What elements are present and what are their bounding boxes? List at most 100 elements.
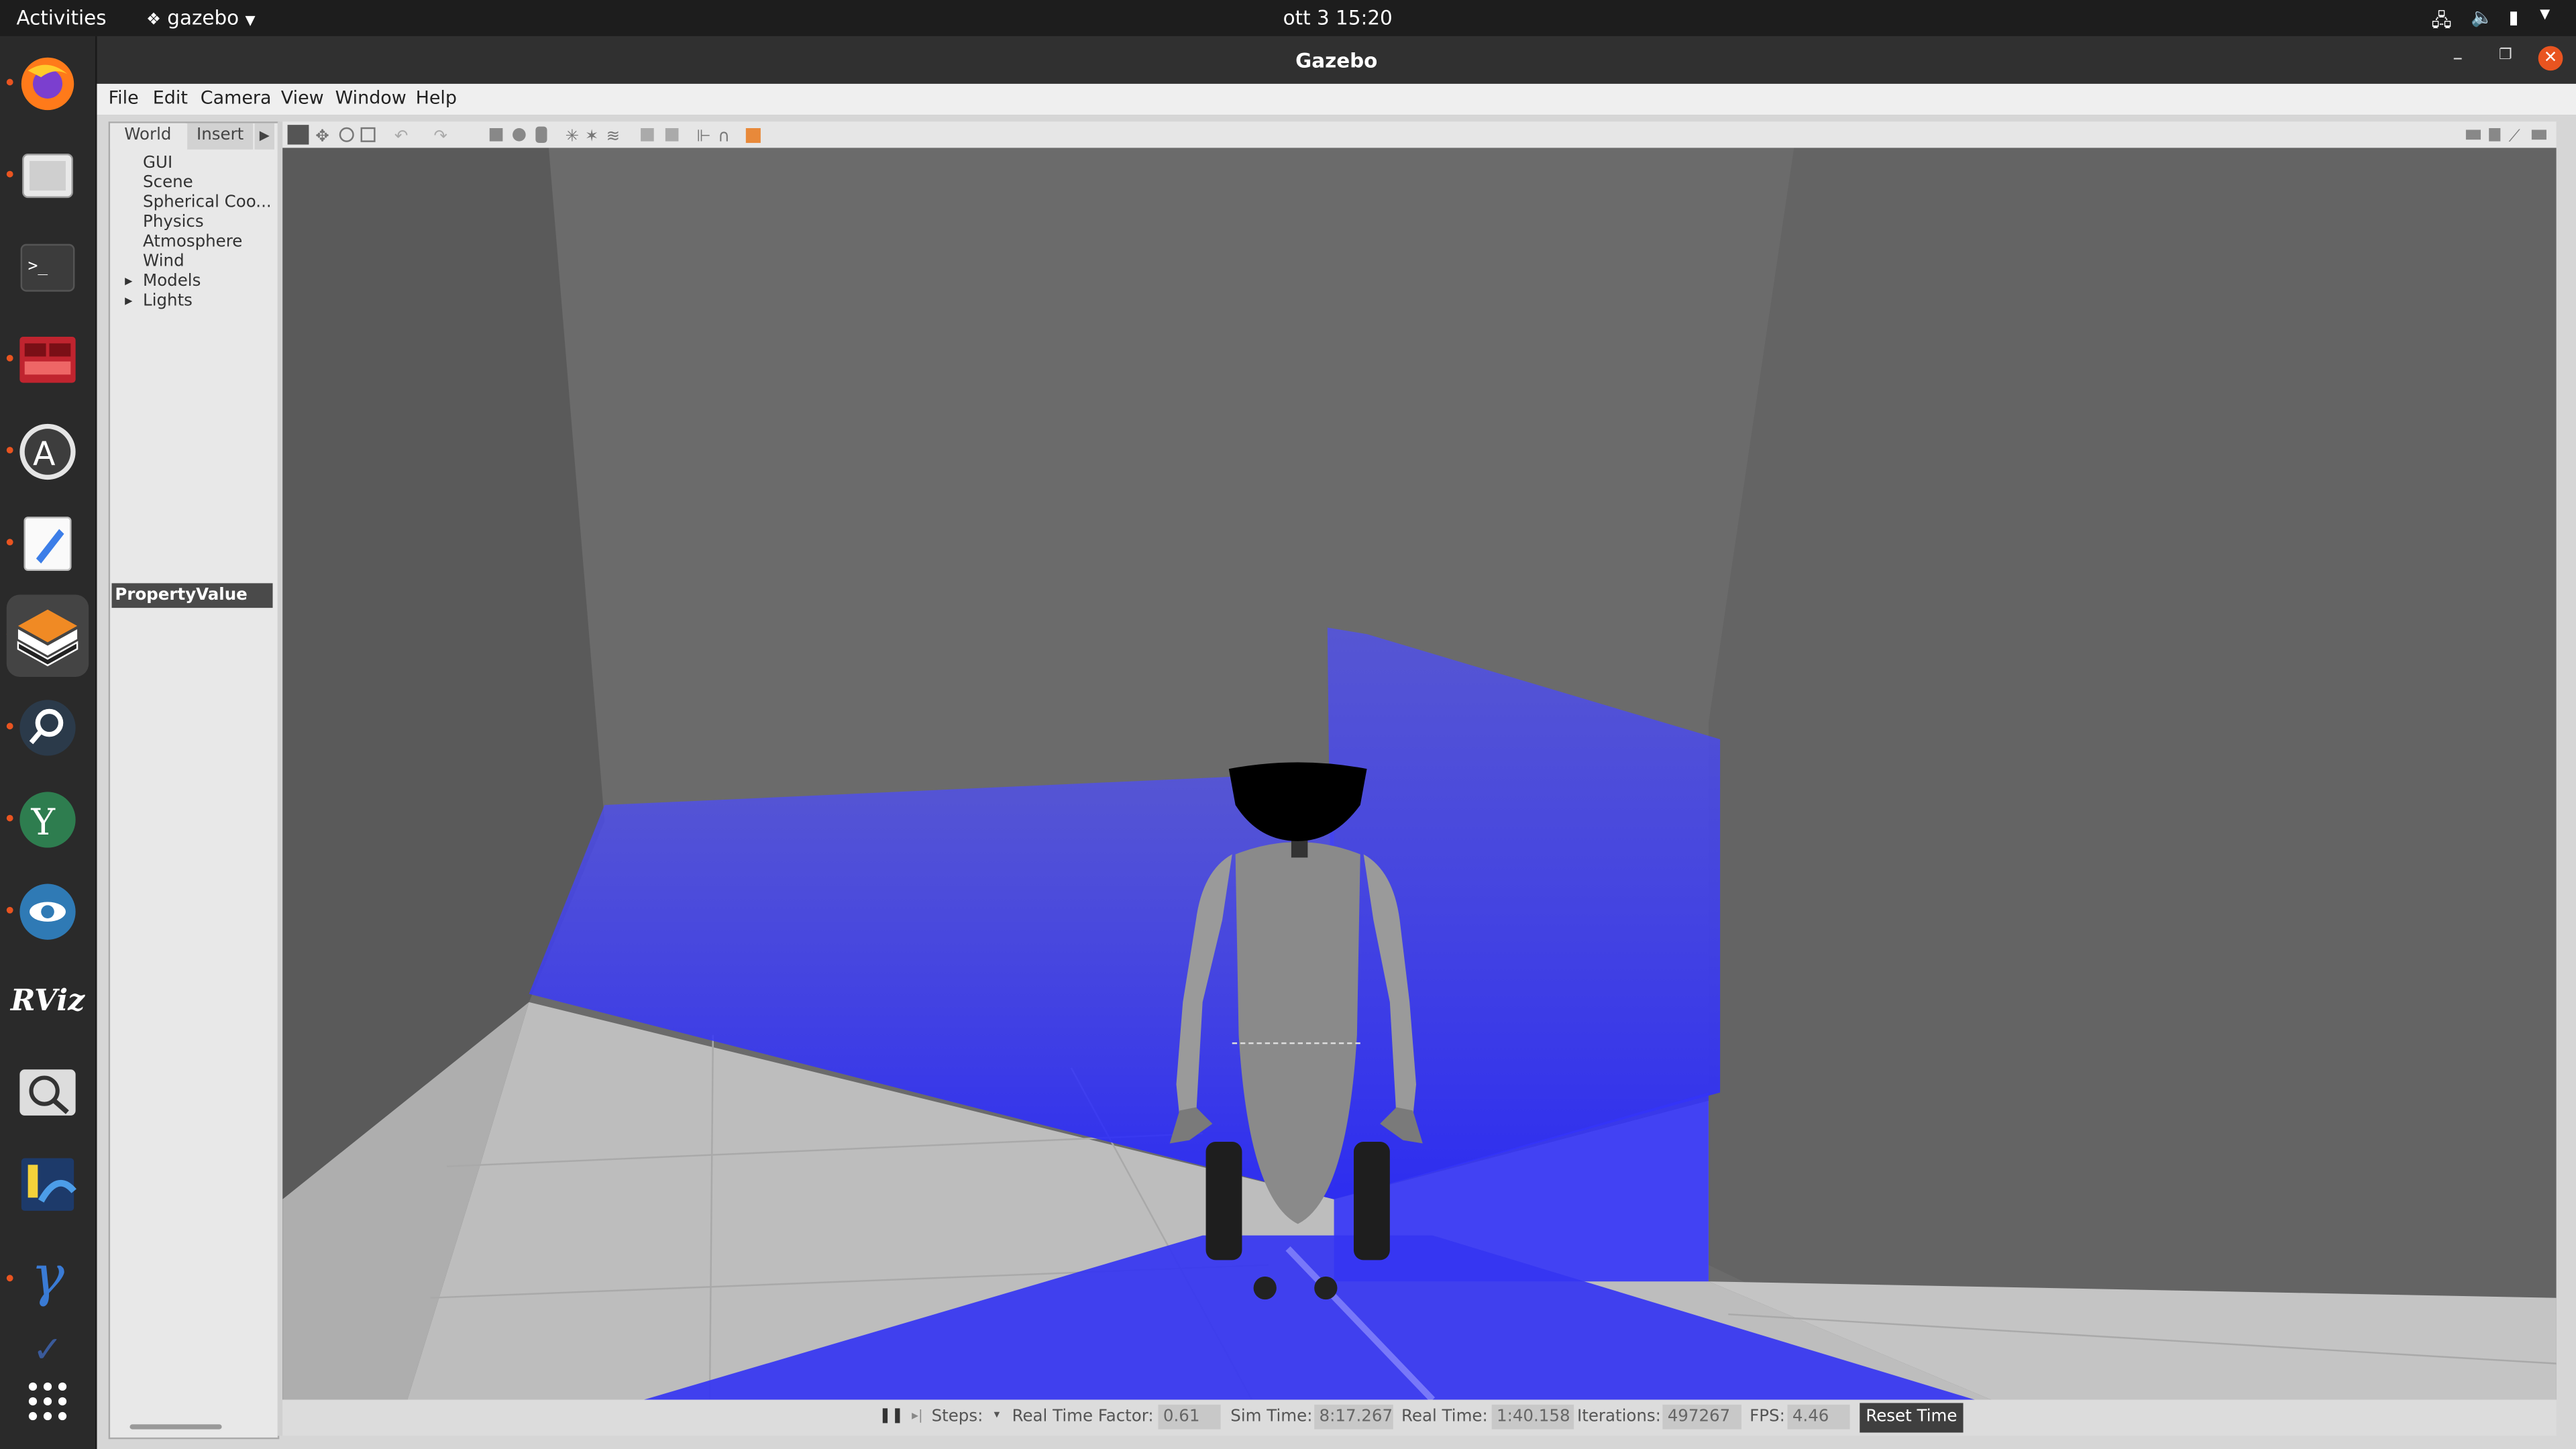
panel-scrollbar[interactable]	[129, 1424, 222, 1430]
copy-icon	[641, 128, 654, 142]
sim-time-value: 8:17.267	[1314, 1404, 1393, 1430]
plot-icon: ⟋	[2509, 126, 2520, 146]
tab-world[interactable]: World	[110, 123, 186, 150]
window-title: Gazebo	[1295, 49, 1378, 72]
expand-arrow-icon[interactable]: ▶	[125, 296, 132, 307]
tree-item-wind[interactable]: Wind	[143, 253, 184, 271]
system-menu-chevron-icon[interactable]: ▼	[2540, 7, 2550, 21]
steps-spinner-icon[interactable]: ▾	[994, 1408, 1000, 1421]
scene-render[interactable]	[282, 148, 2557, 1400]
tree-item-physics[interactable]: Physics	[143, 213, 204, 231]
activities-button[interactable]: Activities	[16, 7, 106, 30]
iterations-label: Iterations:	[1577, 1407, 1661, 1426]
battery-icon[interactable]: ▮	[2509, 7, 2519, 28]
search-app-icon[interactable]	[16, 696, 78, 759]
rotate-icon	[339, 127, 354, 142]
check-icon: ✓	[32, 1334, 63, 1367]
steps-label: Steps:	[931, 1407, 983, 1426]
files-icon[interactable]	[16, 145, 78, 207]
reset-time-button[interactable]: Reset Time	[1860, 1403, 1964, 1433]
show-apps-icon[interactable]	[16, 1370, 78, 1432]
screenshot-icon	[2465, 129, 2481, 140]
window-titlebar[interactable]: Gazebo – ❐ ✕	[97, 36, 2576, 84]
running-indicator	[6, 78, 13, 86]
menu-bar: File Edit Camera View Window Help	[97, 83, 2576, 115]
top-bar: Activities ❖ gazebo ▼ ott 3 15:20 🖧 🔈 ▮ …	[0, 0, 2576, 36]
menu-view[interactable]: View	[281, 87, 324, 109]
sim-time-label: Sim Time:	[1230, 1407, 1313, 1426]
terminal-icon[interactable]: >_	[16, 237, 78, 299]
app-menu-button[interactable]: ❖ gazebo ▼	[146, 7, 256, 30]
running-indicator	[6, 354, 13, 362]
scene-viewport[interactable]	[282, 148, 2557, 1400]
menu-help[interactable]: Help	[416, 87, 457, 109]
svg-text:A: A	[33, 435, 56, 473]
menu-edit[interactable]: Edit	[153, 87, 188, 109]
text-editor-icon[interactable]	[16, 513, 78, 575]
align-icon: ⊩	[696, 126, 710, 146]
redo-icon: ↷	[434, 126, 448, 146]
restore-icon[interactable]: ❐	[2499, 48, 2512, 64]
undo-icon: ↶	[394, 126, 409, 146]
running-indicator	[6, 1275, 13, 1282]
running-indicator	[6, 722, 13, 730]
rtf-value: 0.61	[1158, 1404, 1221, 1430]
svg-text:Y: Y	[31, 801, 56, 843]
step-icon[interactable]: ▸|	[912, 1408, 922, 1423]
tree-item-lights-label: Lights	[143, 292, 193, 311]
tree-item-spherical-coordinates[interactable]: Spherical Coo...	[143, 194, 272, 212]
software-icon[interactable]: A	[16, 421, 78, 483]
snap-icon: ∩	[718, 126, 730, 146]
partial-dock-icon[interactable]: ✓	[16, 1334, 78, 1367]
clock[interactable]: ott 3 15:20	[1283, 7, 1393, 30]
tree-item-atmosphere[interactable]: Atmosphere	[143, 233, 242, 252]
video-record-icon	[2531, 129, 2546, 140]
firefox-icon[interactable]	[16, 52, 78, 115]
box-shape-icon	[489, 128, 503, 142]
minimize-icon[interactable]: –	[2453, 46, 2463, 69]
scene-toolbar: ✥ ↶ ↷ ✳ ✶ ≋ ⊩ ∩ ⟋	[282, 121, 2557, 150]
property-header: PropertyValue	[111, 583, 273, 608]
real-time-label: Real Time:	[1401, 1407, 1488, 1426]
point-light-icon: ✳	[565, 126, 579, 146]
rviz-icon[interactable]: RViz	[11, 969, 85, 1032]
toolbar-icons: ✥ ↶ ↷ ✳ ✶ ≋ ⊩ ∩ ⟋	[287, 125, 2546, 146]
running-indicator	[6, 539, 13, 546]
spot-light-icon: ✶	[585, 126, 599, 146]
dock: >_ A Y RViz γ ✓	[0, 36, 97, 1449]
magnifier-icon[interactable]	[16, 1061, 78, 1124]
gazebo-icon[interactable]	[6, 594, 89, 677]
paste-icon	[665, 128, 679, 142]
tree-item-models[interactable]: ▶ Models	[125, 272, 201, 291]
battery-app-icon[interactable]	[16, 1153, 78, 1216]
gamma-icon[interactable]: γ	[16, 1244, 78, 1309]
menu-camera[interactable]: Camera	[201, 87, 272, 109]
app-red-icon[interactable]	[16, 329, 78, 391]
pause-icon[interactable]: ❚❚	[879, 1408, 904, 1424]
real-time-value: 1:40.158	[1491, 1404, 1574, 1430]
translate-icon: ✥	[315, 126, 329, 146]
cylinder-shape-icon	[535, 126, 547, 144]
menu-window[interactable]: Window	[335, 87, 407, 109]
change-view-icon	[745, 128, 761, 144]
volume-icon[interactable]: 🔈	[2471, 7, 2493, 28]
menu-file[interactable]: File	[109, 87, 139, 109]
tab-scroll-right-icon[interactable]: ▶	[254, 123, 274, 150]
panel-splitter[interactable]	[277, 121, 283, 1436]
tab-insert[interactable]: Insert	[187, 123, 254, 150]
expand-arrow-icon[interactable]: ▶	[125, 276, 132, 287]
running-indicator	[6, 906, 13, 914]
tree-item-models-label: Models	[143, 272, 201, 291]
tree-item-gui[interactable]: GUI	[143, 154, 172, 172]
tree-item-lights[interactable]: ▶ Lights	[125, 292, 193, 311]
yakuake-icon[interactable]: Y	[16, 789, 78, 851]
running-indicator	[6, 170, 13, 178]
tree-item-scene[interactable]: Scene	[143, 174, 193, 193]
close-icon[interactable]: ✕	[2538, 46, 2563, 71]
eye-app-icon[interactable]	[16, 881, 78, 943]
fps-value: 4.46	[1787, 1404, 1850, 1430]
network-icon[interactable]: 🖧	[2431, 7, 2451, 38]
fps-label: FPS:	[1750, 1407, 1785, 1426]
gazebo-small-icon: ❖	[146, 11, 161, 30]
directional-light-icon: ≋	[606, 126, 621, 146]
